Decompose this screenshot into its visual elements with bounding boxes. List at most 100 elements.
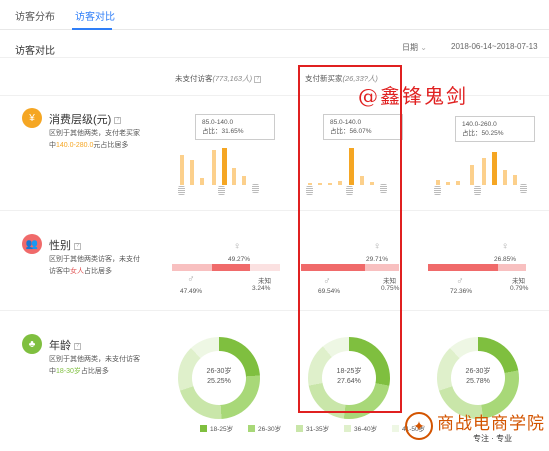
gender-bar-male (301, 264, 365, 271)
unknown-pct: 0.79% (510, 285, 529, 292)
legend-label: 31-35岁 (306, 426, 330, 433)
tooltip: 140.0-260.0 占比：50.25% (455, 116, 535, 142)
coin-icon (252, 184, 259, 193)
help-icon[interactable]: ? (74, 242, 82, 250)
chart-bar (318, 183, 322, 185)
coin-icon (218, 186, 225, 195)
gender-bar-female (498, 264, 526, 271)
male-icon: ♂ (456, 276, 464, 287)
metric-desc-age: 区别于其他两类，未支付访客中18-30岁占比居多 (49, 354, 144, 378)
chart-bar (370, 182, 374, 185)
female-icon: ♀ (501, 241, 509, 252)
legend-swatch (344, 424, 351, 432)
chart-bar (446, 182, 450, 185)
gender-bar-male (428, 264, 498, 271)
metric-title-consumption: 消费层级(元) ? (49, 111, 122, 127)
female-icon: ♀ (233, 241, 241, 252)
chart-bar (470, 165, 474, 185)
chart-bar (232, 168, 236, 185)
tab-visitor-comparison[interactable]: 访客对比 (75, 8, 115, 23)
legend-item[interactable]: 26-30岁 (248, 423, 281, 433)
date-range[interactable]: 2018-06-14~2018-07-13 (451, 42, 538, 51)
metric-title-text: 年龄 (49, 340, 71, 352)
plant-icon: ♣ (22, 334, 42, 354)
logo-text: 商战电商学院 (437, 414, 545, 434)
tooltip-ratio: 占比：31.65% (202, 128, 244, 135)
chart-bar (492, 152, 497, 185)
donut-range: 26-30岁 (206, 368, 232, 375)
date-dimension-select[interactable]: 日期 ⌄ (402, 42, 427, 53)
male-icon: ♂ (187, 274, 195, 285)
desc-text: 占比居多 (84, 268, 112, 275)
desc-highlight: 140.0-280.0 (56, 142, 94, 149)
unknown-pct: 3.24% (252, 285, 271, 292)
coin-icon (178, 186, 185, 195)
male-icon: ♂ (323, 276, 331, 287)
donut-range: 26-30岁 (465, 368, 491, 375)
chart-bar (212, 150, 216, 185)
active-tab-indicator (72, 28, 112, 30)
legend-swatch (392, 424, 399, 432)
chart-bar (242, 176, 246, 185)
coin-icon (434, 186, 441, 195)
male-pct: 69.54% (318, 288, 341, 295)
chart-bar (436, 180, 440, 185)
section-header: 访客对比 日期 ⌄ 2018-06-14~2018-07-13 (0, 34, 549, 58)
metric-title-text: 消费层级(元) (49, 114, 112, 126)
users-icon: 👥 (22, 234, 42, 254)
unknown-label: 未知 (383, 278, 396, 285)
date-label: 日期 (402, 43, 418, 52)
tooltip-range: 140.0-260.0 (462, 121, 497, 128)
chart-bar (190, 160, 194, 185)
metric-title-age: 年龄 ? (49, 337, 82, 353)
desc-highlight: 女人 (70, 268, 84, 275)
divider (0, 210, 549, 211)
chart-bar (482, 158, 486, 185)
female-icon: ♀ (373, 241, 381, 252)
chart-bar (456, 181, 460, 185)
chart-bar (180, 155, 184, 185)
watermark: @鑫锋鬼剑 (358, 84, 468, 108)
tooltip-range: 85.0-140.0 (330, 119, 362, 126)
legend-label: 26-30岁 (258, 426, 282, 433)
logo-emblem-icon: ✦ (405, 412, 433, 440)
chart-bar (338, 181, 342, 185)
legend-swatch (296, 424, 303, 432)
metric-desc-consumption: 区别于其他两类，支付老买家中140.0-280.0元占比居多 (49, 128, 144, 152)
column-label: 未支付访客 (175, 74, 213, 83)
legend-item[interactable]: 36-40岁 (344, 423, 377, 433)
male-pct: 47.49% (180, 288, 203, 295)
chart-bar (200, 178, 204, 185)
donut-pct: 25.25% (207, 378, 231, 385)
legend-label: 18-25岁 (210, 426, 234, 433)
tooltip: 85.0-140.0 占比：31.65% (195, 114, 275, 140)
chevron-down-icon: ⌄ (420, 43, 427, 52)
chart-bar (328, 183, 332, 185)
desc-highlight: 18-30岁 (56, 368, 81, 375)
tab-visitor-distribution[interactable]: 访客分布 (15, 8, 55, 23)
legend-item[interactable]: 31-35岁 (296, 423, 329, 433)
column-label: 支付新买家 (305, 74, 343, 83)
tooltip: 85.0-140.0 占比：56.07% (323, 114, 403, 140)
metric-title-gender: 性别 ? (49, 237, 82, 253)
coin-icon (346, 186, 353, 195)
chart-bar (360, 176, 364, 185)
divider (0, 310, 549, 311)
tooltip-ratio: 占比：50.25% (462, 130, 504, 137)
page-title: 访客对比 (15, 46, 55, 57)
male-pct: 72.36% (450, 288, 473, 295)
gender-bar-male (212, 264, 250, 271)
chart-bar (308, 183, 312, 185)
chart-bar (349, 148, 354, 185)
gender-bar-female (172, 264, 212, 271)
coin-icon (380, 184, 387, 193)
chart-bar (513, 175, 517, 185)
unknown-label: 未知 (258, 278, 271, 285)
help-icon[interactable]: ? (114, 116, 122, 124)
female-pct: 26.85% (494, 256, 517, 263)
help-icon[interactable]: ? (74, 342, 82, 350)
legend-item[interactable]: 18-25岁 (200, 423, 233, 433)
help-icon[interactable]: ? (254, 75, 262, 83)
column-header-unpaid: 未支付访客(773,163人) ? (175, 73, 262, 84)
donut-pct: 27.64% (337, 378, 361, 385)
